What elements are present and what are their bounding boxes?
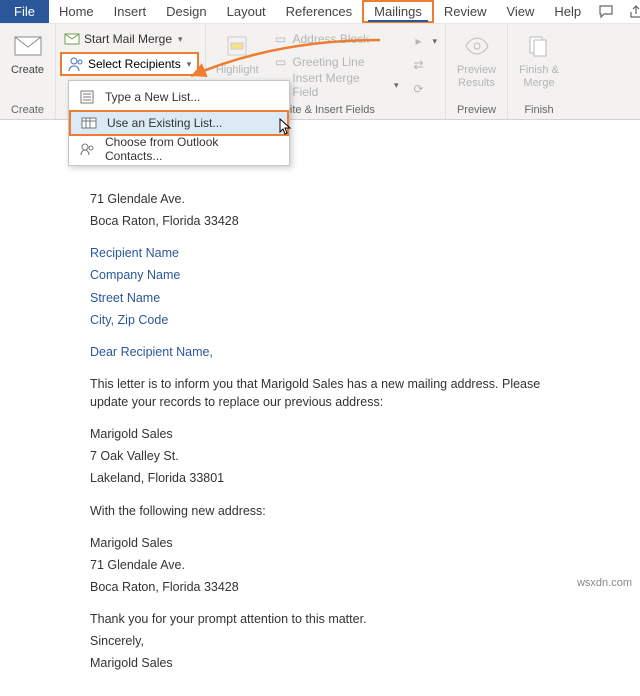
tab-strip: File Home Insert Design Layout Reference… — [0, 0, 640, 24]
finish-merge-button: Finish & Merge — [516, 28, 562, 90]
placeholder-recipient[interactable]: Recipient Name — [90, 244, 550, 262]
menu-use-existing-list[interactable]: Use an Existing List... — [69, 110, 289, 136]
body-text: This letter is to inform you that Marigo… — [90, 375, 550, 411]
tab-insert[interactable]: Insert — [104, 0, 157, 23]
sender-addr-1: 71 Glendale Ave. — [90, 190, 550, 208]
preview-results-button: Preview Results — [454, 28, 500, 90]
outlook-contacts-icon — [79, 141, 95, 157]
address-block-button: ▭ Address Block — [268, 28, 402, 50]
highlight-fields-button: Highlight — [210, 28, 264, 77]
menu-outlook-contacts[interactable]: Choose from Outlook Contacts... — [69, 136, 289, 162]
new-addr-3: Boca Raton, Florida 33428 — [90, 578, 550, 596]
chevron-down-icon: ▾ — [187, 59, 192, 70]
cursor-icon — [279, 118, 293, 139]
placeholder-company[interactable]: Company Name — [90, 266, 550, 284]
update-labels-button: ⟳ — [406, 78, 441, 100]
greeting-line-button: ▭ Greeting Line — [268, 51, 402, 73]
placeholder-city[interactable]: City, Zip Code — [90, 311, 550, 329]
tab-layout[interactable]: Layout — [217, 0, 276, 23]
group-finish-label: Finish — [512, 102, 566, 119]
tab-home[interactable]: Home — [49, 0, 104, 23]
placeholder-street[interactable]: Street Name — [90, 289, 550, 307]
share-icon[interactable] — [621, 0, 640, 23]
signature: Marigold Sales — [90, 654, 550, 672]
greeting-icon: ▭ — [272, 54, 288, 70]
match-fields-button: ⇄ — [406, 54, 441, 76]
greeting-line[interactable]: Dear Recipient Name, — [90, 343, 550, 361]
finish-icon — [523, 30, 555, 62]
rules-button: ▸▾ — [406, 30, 441, 52]
watermark: wsxdn.com — [577, 577, 632, 589]
preview-icon — [461, 30, 493, 62]
tab-design[interactable]: Design — [156, 0, 216, 23]
new-list-icon — [79, 89, 95, 105]
old-addr-2: 7 Oak Valley St. — [90, 447, 550, 465]
existing-list-icon — [81, 115, 97, 131]
create-envelopes-button[interactable]: Create — [5, 28, 51, 77]
group-preview-label: Preview — [450, 102, 503, 119]
with-new-label: With the following new address: — [90, 502, 550, 520]
sender-addr-2: Boca Raton, Florida 33428 — [90, 212, 550, 230]
tab-mailings[interactable]: Mailings — [362, 0, 434, 23]
document-body: 71 Glendale Ave. Boca Raton, Florida 334… — [0, 160, 640, 696]
mail-merge-icon — [64, 31, 80, 47]
new-addr-1: Marigold Sales — [90, 534, 550, 552]
create-label: Create — [11, 64, 44, 77]
address-icon: ▭ — [272, 31, 288, 47]
menu-type-new-list[interactable]: Type a New List... — [69, 84, 289, 110]
chevron-down-icon: ▾ — [394, 80, 399, 91]
envelope-icon — [12, 30, 44, 62]
select-recipients-button[interactable]: Select Recipients▾ — [60, 52, 199, 76]
sincerely: Sincerely, — [90, 632, 550, 650]
new-addr-2: 71 Glendale Ave. — [90, 556, 550, 574]
select-recipients-menu: Type a New List... Use an Existing List.… — [68, 80, 290, 166]
old-addr-3: Lakeland, Florida 33801 — [90, 469, 550, 487]
group-create-label: Create — [4, 102, 51, 119]
comments-icon[interactable] — [591, 0, 621, 23]
start-mail-merge-button[interactable]: Start Mail Merge▾ — [60, 28, 187, 50]
chevron-down-icon: ▾ — [178, 34, 183, 45]
file-tab[interactable]: File — [0, 0, 49, 23]
highlight-icon — [221, 30, 253, 62]
tab-view[interactable]: View — [496, 0, 544, 23]
recipients-icon — [68, 56, 84, 72]
thanks: Thank you for your prompt attention to t… — [90, 610, 550, 628]
tab-review[interactable]: Review — [434, 0, 497, 23]
old-addr-1: Marigold Sales — [90, 425, 550, 443]
tab-help[interactable]: Help — [544, 0, 591, 23]
tab-references[interactable]: References — [276, 0, 362, 23]
